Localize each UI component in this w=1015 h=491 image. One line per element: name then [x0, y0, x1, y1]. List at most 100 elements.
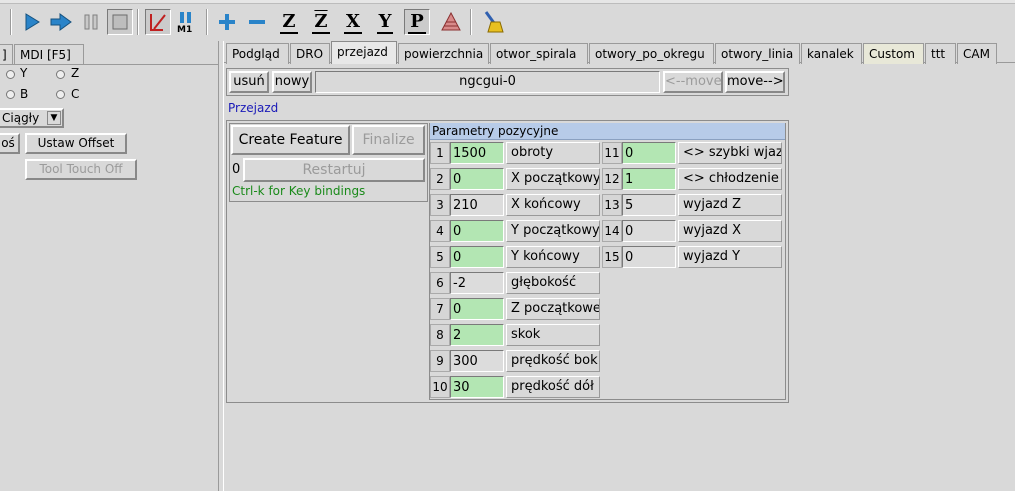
home-axis-button[interactable]: oś	[0, 133, 20, 154]
param-label: obroty	[506, 142, 600, 164]
tab-kanalek[interactable]: kanalek	[801, 43, 862, 64]
tab-przejazd[interactable]: przejazd	[331, 41, 397, 64]
key-bindings-hint: Ctrl-k for Key bindings	[232, 184, 366, 198]
tab-cam[interactable]: CAM	[957, 43, 997, 64]
jog-mode-select[interactable]: Ciągły ▼	[0, 108, 64, 128]
tab-divider	[0, 64, 218, 65]
param-value-input[interactable]: -2	[450, 272, 504, 294]
step-icon[interactable]	[48, 9, 74, 35]
restart-count: 0	[232, 162, 241, 177]
ustaw-offset-button[interactable]: Ustaw Offset	[25, 133, 127, 154]
param-value-input[interactable]: 0	[622, 142, 676, 164]
param-index: 2	[430, 168, 450, 190]
optional-stop-icon[interactable]: M1	[174, 9, 200, 35]
param-value-input[interactable]: 5	[622, 194, 676, 216]
run-icon[interactable]	[19, 9, 45, 35]
param-value-input[interactable]: 0	[450, 298, 504, 320]
stop-icon[interactable]	[107, 9, 133, 35]
chevron-down-icon: ▼	[47, 111, 61, 125]
view-z-icon[interactable]: Z	[276, 9, 302, 35]
nowy-button[interactable]: nowy	[272, 71, 312, 93]
radio-axis-c[interactable]	[56, 90, 65, 99]
param-index: 13	[602, 194, 622, 216]
param-label: prędkość bok	[506, 350, 600, 372]
radio-axis-b[interactable]	[6, 90, 15, 99]
zoom-in-icon[interactable]	[214, 9, 240, 35]
param-label: Y początkowy	[506, 220, 600, 242]
param-label: skok	[506, 324, 600, 346]
param-label: wyjazd Y	[678, 246, 782, 268]
param-value-input[interactable]: 2	[450, 324, 504, 346]
finalize-button[interactable]: Finalize	[352, 125, 425, 155]
left-panel: ] MDI [F5] Y Z B C Ciągły ▼ oś Ustaw Off…	[0, 41, 218, 491]
tab-mdi[interactable]: MDI [F5]	[14, 44, 84, 65]
move-right-button[interactable]: move-->	[725, 71, 785, 93]
tab-ttt[interactable]: ttt	[925, 43, 956, 64]
view-x-icon[interactable]: X	[340, 9, 366, 35]
tab-podglad[interactable]: Podgląd	[226, 43, 289, 64]
axis-b-label: B	[20, 87, 29, 101]
param-value-input[interactable]: 0	[622, 246, 676, 268]
axis-c-label: C	[71, 87, 80, 101]
axis-y-label: Y	[20, 66, 28, 80]
svg-text:M1: M1	[177, 25, 192, 34]
tab-custom[interactable]: Custom	[863, 43, 924, 64]
section-title: Przejazd	[228, 101, 279, 115]
param-value-input[interactable]: 0	[450, 168, 504, 190]
param-label: X końcowy	[506, 194, 600, 216]
param-index: 8	[430, 324, 450, 346]
param-value-input[interactable]: 1500	[450, 142, 504, 164]
param-value-input[interactable]: 0	[450, 220, 504, 242]
toolbar-separator	[470, 9, 472, 35]
params-title: Parametry pozycyjne	[430, 123, 785, 140]
clear-plot-icon[interactable]	[480, 9, 506, 35]
pause-icon[interactable]	[78, 9, 104, 35]
block-delete-icon[interactable]	[145, 9, 171, 35]
param-index: 12	[602, 168, 622, 190]
param-value-input[interactable]: 0	[622, 220, 676, 242]
toolbar-top-border	[0, 0, 1015, 4]
param-value-input[interactable]: 30	[450, 376, 504, 398]
rotate-icon[interactable]	[438, 9, 464, 35]
param-label: Z początkowe	[506, 298, 600, 320]
param-value-input[interactable]: 210	[450, 194, 504, 216]
radio-axis-y[interactable]	[6, 70, 15, 79]
tab-manual[interactable]: ]	[0, 44, 13, 65]
create-feature-button[interactable]: Create Feature	[231, 125, 350, 155]
tool-touch-off-button[interactable]: Tool Touch Off	[25, 159, 137, 180]
param-index: 4	[430, 220, 450, 242]
param-label: Y końcowy	[506, 246, 600, 268]
param-value-input[interactable]: 0	[450, 246, 504, 268]
view-z2-icon[interactable]: Z	[308, 9, 334, 35]
view-p-icon[interactable]: P	[404, 9, 430, 35]
param-label: wyjazd X	[678, 220, 782, 242]
param-label: prędkość dół	[506, 376, 600, 398]
radio-axis-z[interactable]	[56, 70, 65, 79]
view-y-icon[interactable]: Y	[372, 9, 398, 35]
toolbar-separator	[10, 9, 12, 35]
tab-otwory-po-okregu[interactable]: otwory_po_okregu	[589, 43, 714, 64]
zoom-out-icon[interactable]	[244, 9, 270, 35]
param-label: wyjazd Z	[678, 194, 782, 216]
param-label: X początkowy	[506, 168, 600, 190]
move-left-button[interactable]: <--move	[663, 71, 723, 93]
param-index: 7	[430, 298, 450, 320]
param-index: 15	[602, 246, 622, 268]
ngcgui-filename-label: ngcgui-0	[315, 71, 660, 93]
tab-powierzchnia[interactable]: powierzchnia	[398, 43, 489, 64]
toolbar: M1 Z Z X Y P	[0, 0, 1015, 41]
param-index: 6	[430, 272, 450, 294]
param-index: 10	[430, 376, 450, 398]
toolbar-separator	[206, 9, 208, 35]
axis-z-label: Z	[71, 66, 80, 80]
param-value-input[interactable]: 300	[450, 350, 504, 372]
toolbar-separator	[137, 9, 139, 35]
restartuj-button[interactable]: Restartuj	[243, 158, 425, 182]
tab-otwor-spirala[interactable]: otwor_spirala	[490, 43, 588, 64]
tab-dro[interactable]: DRO	[290, 43, 330, 64]
usun-button[interactable]: usuń	[229, 71, 269, 93]
param-label: <> szybki wjazd	[678, 142, 782, 164]
tab-otwory-linia[interactable]: otwory_linia	[715, 43, 800, 64]
param-index: 1	[430, 142, 450, 164]
param-value-input[interactable]: 1	[622, 168, 676, 190]
